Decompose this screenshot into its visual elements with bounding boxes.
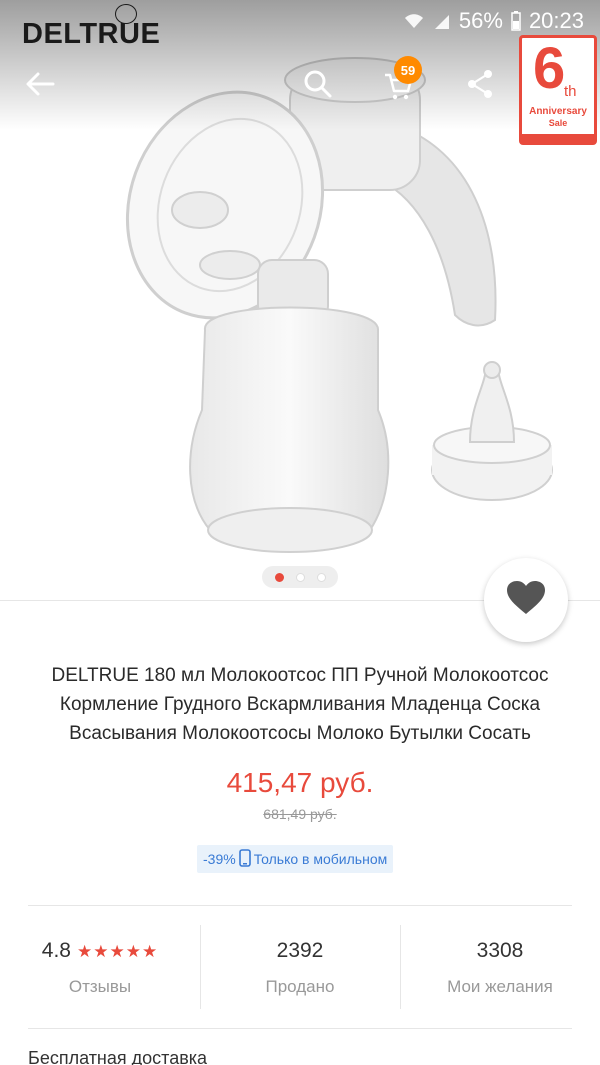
battery-percent: 56% [458,8,503,33]
divider [28,905,572,906]
anniversary-label: Anniversary [529,106,587,117]
search-button[interactable] [296,64,340,108]
wishlist-label: Мои желания [447,977,553,996]
product-title: DELTRUE 180 мл Молокоотсос ПП Ручной Мол… [51,665,549,744]
anniversary-suffix: th [564,83,577,100]
rating-value: 4.8 [41,939,71,962]
sold-label: Продано [265,977,335,996]
signal-icon [433,12,451,30]
gallery-dot-3[interactable] [316,572,326,582]
anniversary-sale-badge[interactable]: 6 th Anniversary Sale [519,35,597,145]
reviews-label: Отзывы [68,977,132,996]
gallery-dot-2[interactable] [295,572,305,582]
wishlist-value: 3308 [476,939,524,962]
divider [28,1028,572,1029]
phone-icon [238,848,251,870]
heart-icon [506,580,546,621]
battery-icon [511,11,521,31]
sold-stat: 2392 Продано [200,925,400,1009]
share-button[interactable] [458,64,502,108]
status-indicators: 56% 20:23 [403,8,584,34]
search-icon [303,69,333,104]
brand-logo-mark [115,4,137,24]
brand-logo: DELTRUE [22,18,161,50]
wishlist-button[interactable] [484,558,568,642]
badge-stripe [522,134,594,142]
clock: 20:23 [528,8,584,33]
product-image-gallery[interactable]: DELTRUE 56% 20:23 59 6 th Anniversary Sa… [0,0,600,600]
gallery-dot-1[interactable] [274,572,284,582]
reviews-stat[interactable]: 4.8 ★★★★★ Отзывы [0,925,200,1009]
sold-value: 2392 [276,939,324,962]
back-button[interactable] [18,64,62,108]
free-delivery-row[interactable]: Бесплатная доставка [28,1048,207,1065]
original-price: 681,49 руб. [263,806,337,822]
anniversary-number: 6 [533,36,566,101]
product-stats: 4.8 ★★★★★ Отзывы 2392 Продано 3308 Мои же… [0,925,600,1009]
discount-percent: -39% [203,851,236,867]
arrow-left-icon [25,71,55,102]
cart-count-badge: 59 [394,56,422,84]
rating-stars: ★★★★★ [77,942,159,961]
sale-label: Sale [548,118,568,128]
gallery-pagination[interactable] [262,566,338,588]
share-icon [466,69,494,104]
product-price: 415,47 руб. [226,767,374,798]
mobile-only-label: Только в мобильном [253,851,388,867]
mobile-discount-tag: -39% Только в мобильном [197,845,394,873]
wishlist-stat[interactable]: 3308 Мои желания [400,925,600,1009]
wifi-icon [403,12,425,30]
status-bar: DELTRUE 56% 20:23 [0,0,600,50]
